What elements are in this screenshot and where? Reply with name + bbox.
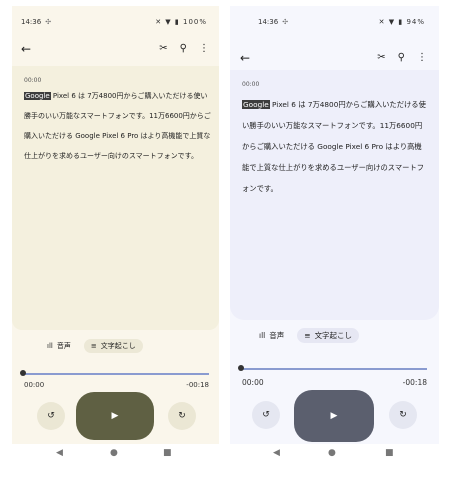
forward-icon: ↻ — [399, 410, 407, 420]
waveform-icon: ıll — [259, 330, 266, 340]
transcript-body: Pixel 6 は 7万4800円からご購入いただける使い勝手のいい万能なスマー… — [24, 92, 211, 160]
playback-controls: ↺ ▶ ↻ — [12, 390, 219, 440]
back-arrow-icon[interactable]: ← — [240, 51, 250, 65]
play-icon: ▶ — [111, 411, 119, 421]
nav-home-icon[interactable]: ● — [110, 448, 118, 458]
playback-times: 00:00 -00:18 — [24, 381, 209, 389]
rewind-5-button[interactable]: ↺ — [37, 402, 65, 430]
rewind-5-button[interactable]: ↺ — [252, 401, 280, 429]
battery-level: 94% — [406, 18, 425, 26]
status-icons: ✕ ▼ ▮ 94% — [379, 18, 425, 26]
highlighted-word[interactable]: Google — [242, 100, 270, 109]
transcript-timestamp: 00:00 — [24, 77, 42, 84]
toolbar-actions: ✂ ⚲ ⋮ — [159, 43, 209, 54]
transcript-text[interactable]: Google Pixel 6 は 7万4800円からご購入いただける使い勝手のい… — [242, 94, 429, 199]
status-bar: 14:36 ✣ ✕ ▼ ▮ 94% — [230, 18, 439, 30]
transcript-timestamp: 00:00 — [242, 81, 260, 88]
current-time: 00:00 — [24, 381, 45, 389]
playback-times: 00:00 -00:18 — [242, 378, 427, 387]
play-button[interactable]: ▶ — [76, 392, 154, 440]
rewind-icon: ↺ — [262, 410, 270, 420]
settings-gear-icon: ✣ — [282, 18, 289, 26]
tab-transcript-label: 文字起こし — [100, 342, 136, 350]
status-time: 14:36 ✣ — [258, 18, 289, 26]
remaining-time: -00:18 — [402, 378, 427, 387]
transcript-card: 00:00 Google Pixel 6 は 7万4800円からご購入いただける… — [12, 66, 219, 330]
status-glyphs: ✕ ▼ ▮ — [378, 18, 404, 26]
seek-thumb[interactable] — [20, 370, 26, 376]
tab-transcript[interactable]: ≡ 文字起こし — [83, 339, 143, 353]
lines-icon: ≡ — [90, 342, 97, 350]
highlighted-word[interactable]: Google — [24, 92, 51, 100]
search-icon[interactable]: ⚲ — [180, 43, 187, 54]
nav-back-icon[interactable]: ◀ — [56, 448, 63, 458]
rewind-icon: ↺ — [47, 411, 55, 421]
seek-bar[interactable] — [238, 365, 427, 371]
toolbar: ← ✂ ⚲ ⋮ — [230, 51, 439, 71]
status-time: 14:36 ✣ — [21, 18, 52, 26]
seek-track[interactable] — [22, 373, 209, 375]
transcript-text[interactable]: Google Pixel 6 は 7万4800円からご購入いただける使い勝手のい… — [24, 86, 211, 166]
status-bar: 14:36 ✣ ✕ ▼ ▮ 100% — [12, 18, 219, 30]
battery-level: 100% — [182, 18, 207, 26]
seek-bar[interactable] — [20, 370, 209, 376]
nav-bar-right: ◀ ● ■ — [225, 448, 451, 462]
nav-recents-icon[interactable]: ■ — [385, 448, 394, 458]
waveform-icon: ıll — [47, 342, 53, 350]
forward-icon: ↻ — [178, 411, 186, 421]
transcript-card: 00:00 Google Pixel 6 は 7万4800円からご購入いただける… — [230, 70, 439, 320]
nav-bar-left: ◀ ● ■ — [0, 448, 225, 462]
back-arrow-icon[interactable]: ← — [21, 42, 31, 56]
current-time: 00:00 — [242, 378, 264, 387]
play-icon: ▶ — [330, 411, 338, 421]
phone-screen-right: 14:36 ✣ ✕ ▼ ▮ 94% ← ✂ ⚲ ⋮ 00:00 Google Pi… — [230, 6, 439, 444]
remaining-time: -00:18 — [186, 381, 209, 389]
status-icons: ✕ ▼ ▮ 100% — [155, 18, 207, 26]
toolbar: ← ✂ ⚲ ⋮ — [12, 42, 219, 62]
search-icon[interactable]: ⚲ — [398, 52, 405, 63]
settings-gear-icon: ✣ — [45, 18, 52, 26]
view-tabs: ıll 音声 ≡ 文字起こし — [40, 339, 143, 353]
tab-audio[interactable]: ıll 音声 — [252, 328, 291, 343]
more-vert-icon[interactable]: ⋮ — [199, 43, 209, 54]
scissors-icon[interactable]: ✂ — [159, 43, 167, 54]
scissors-icon[interactable]: ✂ — [377, 52, 385, 63]
play-button[interactable]: ▶ — [294, 390, 374, 442]
nav-home-icon[interactable]: ● — [328, 448, 336, 458]
status-glyphs: ✕ ▼ ▮ — [155, 18, 180, 26]
phone-screen-left: 14:36 ✣ ✕ ▼ ▮ 100% ← ✂ ⚲ ⋮ 00:00 Google P… — [12, 6, 219, 444]
playback-controls: ↺ ▶ ↻ — [230, 390, 439, 442]
seek-thumb[interactable] — [238, 365, 244, 371]
toolbar-actions: ✂ ⚲ ⋮ — [377, 52, 427, 63]
tab-audio-label: 音声 — [56, 342, 71, 350]
nav-recents-icon[interactable]: ■ — [163, 448, 172, 458]
view-tabs: ıll 音声 ≡ 文字起こし — [252, 327, 360, 343]
tab-transcript-label: 文字起こし — [314, 330, 353, 340]
forward-10-button[interactable]: ↻ — [168, 402, 196, 430]
forward-10-button[interactable]: ↻ — [389, 401, 417, 429]
seek-track[interactable] — [240, 368, 427, 370]
tab-audio[interactable]: ıll 音声 — [40, 339, 78, 353]
tab-transcript[interactable]: ≡ 文字起こし — [297, 327, 360, 343]
tab-audio-label: 音声 — [269, 330, 285, 340]
nav-back-icon[interactable]: ◀ — [273, 448, 280, 458]
more-vert-icon[interactable]: ⋮ — [417, 52, 427, 63]
transcript-body: Pixel 6 は 7万4800円からご購入いただける使い勝手のいい万能なスマー… — [242, 100, 426, 193]
lines-icon: ≡ — [304, 330, 311, 340]
